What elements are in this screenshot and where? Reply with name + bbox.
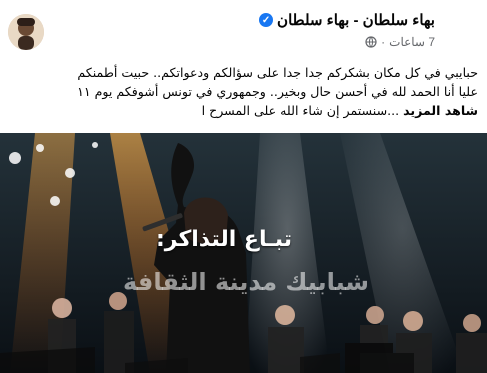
post-text-truncated: ...سنستمر إن شاء الله على المسرح ا xyxy=(201,103,400,118)
avatar-image xyxy=(8,14,44,50)
post-meta: 7 ساعات · xyxy=(135,35,435,49)
post-text-line-3: شاهد المزيد ...سنستمر إن شاء الله على ال… xyxy=(10,101,478,120)
ticket-sales-subtitle: شبابيك مدينة الثقافة xyxy=(123,268,369,296)
author-block: بهاء سلطان - بهاء سلطان ✓ 7 ساعات · xyxy=(135,11,435,49)
globe-icon[interactable] xyxy=(365,36,377,48)
post-text-line-1: حبايبي في كل مكان بشكركم جدا جدا على سؤا… xyxy=(77,65,478,80)
post-time[interactable]: 7 ساعات xyxy=(389,35,435,49)
concert-scene xyxy=(0,133,487,373)
post-header: بهاء سلطان - بهاء سلطان ✓ 7 ساعات · xyxy=(0,0,487,60)
author-name[interactable]: بهاء سلطان - بهاء سلطان xyxy=(277,11,435,29)
meta-separator: · xyxy=(381,35,386,49)
see-more-link[interactable]: شاهد المزيد xyxy=(403,103,478,118)
post-media[interactable]: تبـاع التذاكر: شبابيك مدينة الثقافة xyxy=(0,133,487,373)
verified-badge-icon: ✓ xyxy=(259,13,274,27)
author-avatar[interactable] xyxy=(8,14,44,50)
post-text-line-2: عليا أنا الحمد لله في أحسن حال وبخير.. و… xyxy=(77,84,478,99)
author-line: بهاء سلطان - بهاء سلطان ✓ xyxy=(135,11,435,29)
post-text: حبايبي في كل مكان بشكركم جدا جدا على سؤا… xyxy=(10,63,478,120)
ticket-sales-title: تبـاع التذاكر: xyxy=(155,227,292,252)
